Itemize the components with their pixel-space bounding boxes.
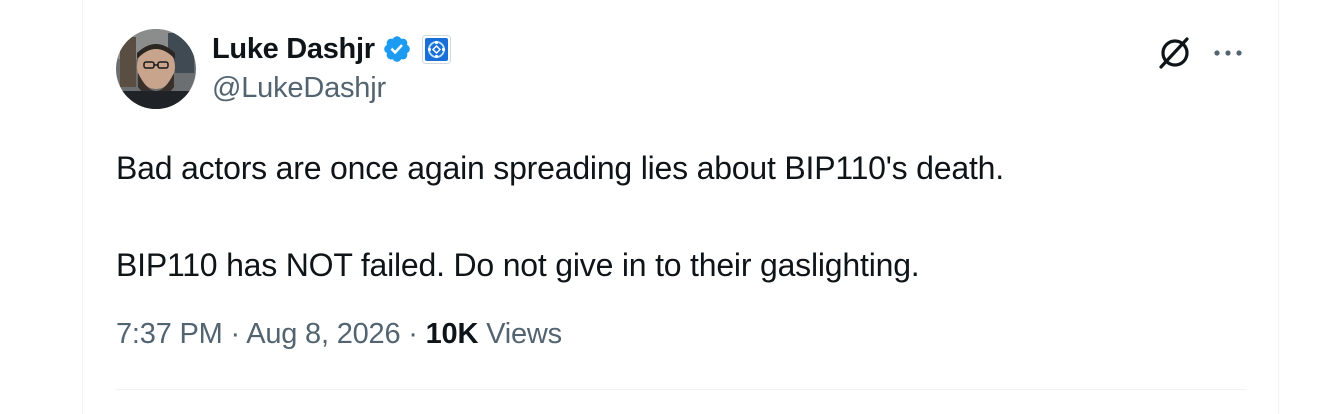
more-icon[interactable]	[1208, 33, 1248, 73]
name-row: Luke Dashjr	[212, 31, 451, 67]
tweet-time[interactable]: 7:37 PM	[116, 318, 223, 350]
affiliate-badge-icon[interactable]	[421, 34, 451, 64]
tweet-card: Luke Dashjr @LukeDashjr Bad actors are o…	[82, 0, 1279, 414]
divider	[116, 389, 1247, 390]
views-label[interactable]: Views	[486, 318, 562, 350]
tweet-meta: 7:37 PM · Aug 8, 2026 · 10K Views	[116, 318, 562, 351]
author-handle[interactable]: @LukeDashjr	[212, 72, 386, 105]
display-name[interactable]: Luke Dashjr	[212, 33, 375, 66]
avatar[interactable]	[116, 29, 196, 109]
tweet-line: Bad actors are once again spreading lies…	[116, 150, 1004, 186]
views-count[interactable]: 10K	[426, 318, 479, 350]
tweet-text: Bad actors are once again spreading lies…	[116, 145, 1236, 288]
tweet-date[interactable]: Aug 8, 2026	[246, 318, 400, 350]
meta-separator: ·	[230, 318, 240, 350]
meta-separator: ·	[408, 318, 418, 350]
verified-badge-icon[interactable]	[382, 34, 412, 64]
grok-icon[interactable]	[1155, 33, 1195, 73]
tweet-line: BIP110 has NOT failed. Do not give in to…	[116, 247, 920, 283]
